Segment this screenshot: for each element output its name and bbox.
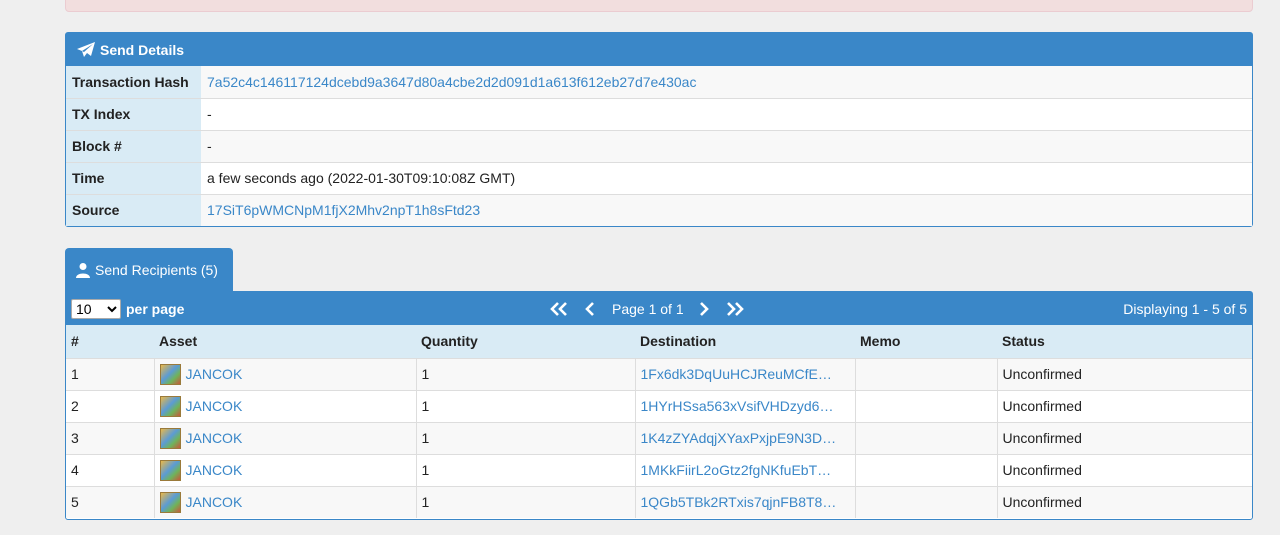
table-row: 4 JANCOK 1 1MKkFiirL2oGtz2fgNKfuEbT… Unc… xyxy=(66,453,1252,486)
quantity-cell: 1 xyxy=(415,357,635,390)
asset-image-icon xyxy=(159,427,181,449)
status-cell: Unconfirmed xyxy=(996,453,1252,486)
quantity-cell: 1 xyxy=(415,389,635,422)
column-header: Asset xyxy=(154,325,416,358)
memo-cell xyxy=(854,485,997,518)
destination-link[interactable]: 1MKkFiirL2oGtz2fgNKfuEbT… xyxy=(641,462,846,478)
quantity-cell: 1 xyxy=(415,485,635,518)
next-page-button[interactable] xyxy=(698,301,710,317)
details-row-txindex: TX Index - xyxy=(66,97,1252,130)
asset-link[interactable]: JANCOK xyxy=(186,430,243,446)
pager-bar: 10 per page Page 1 of 1 Displaying 1 - 5… xyxy=(66,292,1252,325)
send-details-panel: Send Details Transaction Hash 7a52c4c146… xyxy=(65,32,1253,227)
details-row-block: Block # - xyxy=(66,129,1252,162)
row-number: 4 xyxy=(66,453,154,486)
row-number: 3 xyxy=(66,421,154,454)
send-recipients-panel: 10 per page Page 1 of 1 Displaying 1 - 5… xyxy=(65,291,1253,520)
send-details-header: Send Details xyxy=(66,33,1252,66)
per-page-label: per page xyxy=(126,300,185,317)
table-row: 1 JANCOK 1 1Fx6dk3DqUuHCJReuMCfE… Unconf… xyxy=(66,357,1252,390)
details-label: Transaction Hash xyxy=(66,66,201,98)
tab-label: Send Recipients (5) xyxy=(95,262,218,278)
asset-image-icon xyxy=(159,459,181,481)
column-header: Quantity xyxy=(416,325,635,358)
asset-link[interactable]: JANCOK xyxy=(186,366,243,382)
chevron-right-icon xyxy=(699,301,709,316)
details-value: - xyxy=(201,129,1252,162)
details-label: TX Index xyxy=(66,97,201,130)
details-label: Source xyxy=(66,193,201,226)
column-header: # xyxy=(66,325,154,358)
asset-image-icon xyxy=(159,363,181,385)
user-icon xyxy=(76,263,90,278)
row-number: 5 xyxy=(66,485,154,518)
recipients-table: # Asset Quantity Destination Memo Status… xyxy=(66,325,1252,518)
tab-send-recipients[interactable]: Send Recipients (5) xyxy=(65,248,233,292)
quantity-cell: 1 xyxy=(415,421,635,454)
memo-cell xyxy=(854,453,997,486)
table-header-row: # Asset Quantity Destination Memo Status xyxy=(66,325,1252,358)
row-number: 1 xyxy=(66,357,154,390)
table-row: 3 JANCOK 1 1K4zZYAdqjXYaxPxjpE9N3D… Unco… xyxy=(66,421,1252,454)
source-address-link[interactable]: 17SiT6pWMCNpM1fjX2Mhv2npT1h8sFtd23 xyxy=(207,202,480,218)
memo-cell xyxy=(854,389,997,422)
double-chevron-left-icon xyxy=(550,301,567,316)
pagination: Page 1 of 1 xyxy=(548,292,746,325)
paper-plane-icon xyxy=(77,41,95,57)
asset-link[interactable]: JANCOK xyxy=(186,494,243,510)
prev-page-button[interactable] xyxy=(584,301,596,317)
details-table: Transaction Hash 7a52c4c146117124dcebd9a… xyxy=(66,66,1252,226)
destination-link[interactable]: 1K4zZYAdqjXYaxPxjpE9N3D… xyxy=(641,430,846,446)
chevron-left-icon xyxy=(585,301,594,316)
alert-box xyxy=(65,0,1253,12)
status-cell: Unconfirmed xyxy=(996,485,1252,518)
asset-image-icon xyxy=(159,395,181,417)
details-value: a few seconds ago (2022-01-30T09:10:08Z … xyxy=(201,161,1252,194)
asset-link[interactable]: JANCOK xyxy=(186,398,243,414)
displaying-count: Displaying 1 - 5 of 5 xyxy=(1123,300,1247,317)
memo-cell xyxy=(854,421,997,454)
destination-link[interactable]: 1HYrHSsa563xVsifVHDzyd6… xyxy=(641,398,846,414)
status-cell: Unconfirmed xyxy=(996,421,1252,454)
destination-link[interactable]: 1QGb5TBk2RTxis7qjnFB8T8… xyxy=(641,494,846,510)
details-row-time: Time a few seconds ago (2022-01-30T09:10… xyxy=(66,161,1252,194)
details-value: - xyxy=(201,97,1252,130)
send-details-title: Send Details xyxy=(100,41,185,58)
column-header: Memo xyxy=(855,325,997,358)
status-cell: Unconfirmed xyxy=(996,357,1252,390)
last-page-button[interactable] xyxy=(724,301,746,317)
asset-link[interactable]: JANCOK xyxy=(186,462,243,478)
table-row: 2 JANCOK 1 1HYrHSsa563xVsifVHDzyd6… Unco… xyxy=(66,389,1252,422)
table-row: 5 JANCOK 1 1QGb5TBk2RTxis7qjnFB8T8… Unco… xyxy=(66,485,1252,518)
per-page-select[interactable]: 10 xyxy=(71,298,121,319)
transaction-hash-link[interactable]: 7a52c4c146117124dcebd9a3647d80a4cbe2d2d0… xyxy=(207,74,696,90)
details-label: Block # xyxy=(66,129,201,162)
details-label: Time xyxy=(66,161,201,194)
double-chevron-right-icon xyxy=(726,301,744,316)
row-number: 2 xyxy=(66,389,154,422)
status-cell: Unconfirmed xyxy=(996,389,1252,422)
first-page-button[interactable] xyxy=(548,301,570,317)
asset-image-icon xyxy=(159,491,181,513)
column-header: Destination xyxy=(635,325,855,358)
details-row-source: Source 17SiT6pWMCNpM1fjX2Mhv2npT1h8sFtd2… xyxy=(66,193,1252,226)
column-header: Status xyxy=(997,325,1252,358)
details-row-hash: Transaction Hash 7a52c4c146117124dcebd9a… xyxy=(66,66,1252,98)
page-indicator: Page 1 of 1 xyxy=(612,300,684,317)
quantity-cell: 1 xyxy=(415,453,635,486)
destination-link[interactable]: 1Fx6dk3DqUuHCJReuMCfE… xyxy=(641,366,846,382)
memo-cell xyxy=(854,357,997,390)
